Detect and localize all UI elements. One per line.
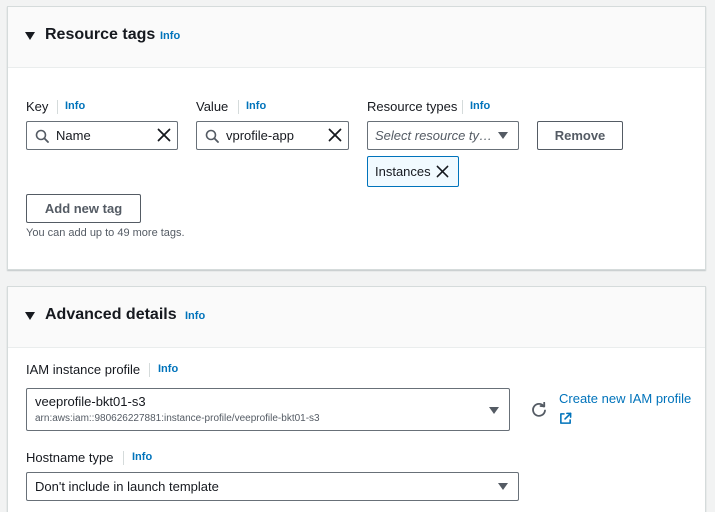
value-input-value: vprofile-app bbox=[226, 128, 294, 143]
add-new-tag-button[interactable]: Add new tag bbox=[26, 194, 141, 223]
close-icon[interactable] bbox=[328, 128, 342, 142]
caret-down-icon[interactable] bbox=[25, 32, 35, 40]
hostname-type-value: Don't include in launch template bbox=[35, 479, 219, 494]
divider bbox=[462, 100, 463, 114]
chevron-down-icon bbox=[489, 407, 499, 414]
info-link[interactable]: Info bbox=[185, 310, 205, 322]
advanced-details-header[interactable]: Advanced details Info bbox=[8, 287, 705, 348]
resource-tags-header[interactable]: Resource tags Info bbox=[8, 7, 705, 68]
divider bbox=[238, 100, 239, 114]
resource-types-select[interactable]: Select resource ty… bbox=[367, 121, 519, 150]
chevron-down-icon bbox=[498, 483, 508, 490]
value-input[interactable]: vprofile-app bbox=[196, 121, 349, 150]
value-label: Value bbox=[196, 99, 229, 114]
key-input[interactable]: Name bbox=[26, 121, 178, 150]
key-label: Key bbox=[26, 99, 49, 114]
iam-profile-label: IAM instance profile bbox=[26, 362, 141, 377]
remove-button[interactable]: Remove bbox=[537, 121, 623, 150]
hostname-info-link[interactable]: Info bbox=[132, 451, 152, 463]
resource-type-token: Instances bbox=[367, 156, 459, 187]
search-icon bbox=[205, 129, 219, 143]
external-link-icon[interactable] bbox=[559, 412, 572, 425]
section-title: Advanced details bbox=[45, 306, 177, 323]
chevron-down-icon bbox=[498, 132, 508, 139]
section-title: Resource tags bbox=[45, 26, 156, 43]
iam-profile-select[interactable]: veeprofile-bkt01-s3 arn:aws:iam::9806262… bbox=[26, 388, 510, 431]
value-info-link[interactable]: Info bbox=[246, 100, 266, 112]
resource-tags-panel: Resource tags Info Key Info Value Info R… bbox=[7, 6, 706, 270]
search-icon bbox=[35, 129, 49, 143]
hostname-type-select[interactable]: Don't include in launch template bbox=[26, 472, 519, 501]
resource-types-placeholder: Select resource ty… bbox=[375, 128, 493, 143]
token-label: Instances bbox=[375, 164, 431, 179]
resource-types-info-link[interactable]: Info bbox=[470, 100, 490, 112]
advanced-details-panel: Advanced details Info IAM instance profi… bbox=[7, 286, 706, 512]
create-iam-profile-link[interactable]: Create new IAM profile bbox=[559, 391, 691, 406]
key-input-value: Name bbox=[56, 128, 91, 143]
iam-info-link[interactable]: Info bbox=[158, 363, 178, 375]
hostname-type-label: Hostname type bbox=[26, 450, 114, 465]
caret-down-icon[interactable] bbox=[25, 312, 35, 320]
refresh-icon[interactable] bbox=[531, 402, 547, 418]
divider bbox=[149, 363, 150, 377]
divider bbox=[57, 100, 58, 114]
tags-remaining-hint: You can add up to 49 more tags. bbox=[26, 227, 185, 239]
iam-profile-arn: arn:aws:iam::980626227881:instance-profi… bbox=[35, 413, 320, 424]
iam-profile-value: veeprofile-bkt01-s3 bbox=[35, 394, 146, 409]
divider bbox=[123, 451, 124, 465]
info-link[interactable]: Info bbox=[160, 30, 180, 42]
close-icon[interactable] bbox=[436, 165, 449, 178]
close-icon[interactable] bbox=[157, 128, 171, 142]
key-info-link[interactable]: Info bbox=[65, 100, 85, 112]
resource-types-label: Resource types bbox=[367, 99, 458, 114]
